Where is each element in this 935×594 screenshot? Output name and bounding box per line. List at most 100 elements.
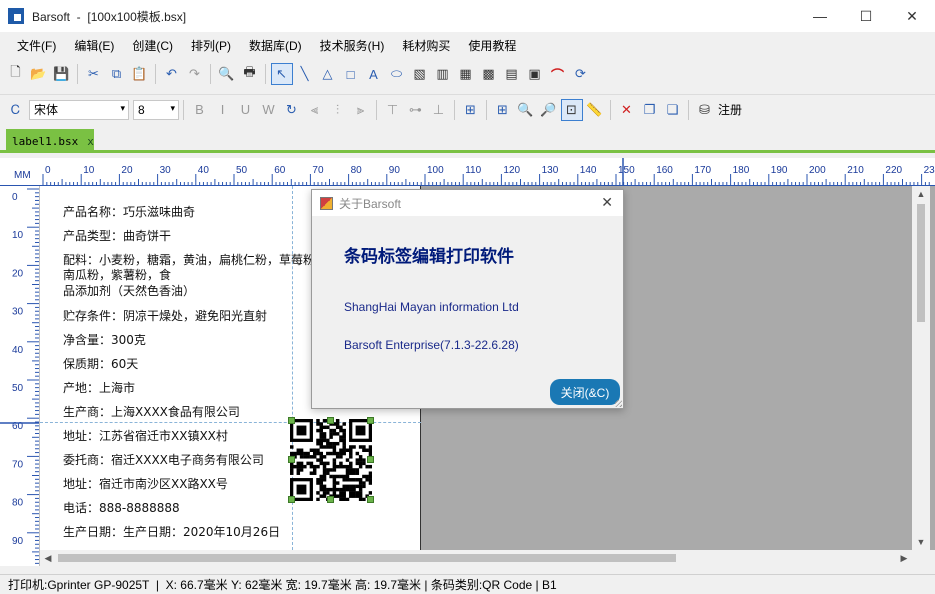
underline-icon[interactable]: U [236, 100, 256, 120]
pointer-tool-icon[interactable]: ↖ [270, 63, 293, 85]
horizontal-scroll-thumb[interactable] [58, 554, 676, 562]
pdf417-tool-icon[interactable]: ▤ [502, 64, 522, 84]
tab-close-icon[interactable]: x [87, 135, 94, 148]
zoom-in-icon[interactable]: 🔍 [516, 100, 536, 120]
vertical-scroll-thumb[interactable] [917, 204, 925, 322]
label-text-line[interactable]: 贮存条件：阴凉干燥处，避免阳光直射 [63, 307, 267, 324]
scroll-down-arrow-icon[interactable]: ▼ [912, 534, 930, 550]
undo-icon[interactable]: ↶ [162, 64, 182, 84]
scroll-up-arrow-icon[interactable]: ▲ [912, 186, 930, 202]
copy-icon[interactable]: ⧉ [107, 64, 127, 84]
resize-handle[interactable] [288, 417, 295, 424]
italic-icon[interactable]: I [213, 100, 233, 120]
image-tool-icon[interactable]: ▧ [410, 64, 430, 84]
font-family-select[interactable]: 宋体 ▾ [29, 99, 129, 120]
paste-icon[interactable]: 📋 [130, 64, 150, 84]
font-size-select[interactable]: 8 ▾ [133, 99, 179, 120]
menu-database[interactable]: 数据库(D) [240, 37, 311, 54]
text-tool-icon[interactable]: A [364, 64, 384, 84]
rfid-tool-icon[interactable]: ⟳ [571, 64, 591, 84]
center-icon[interactable]: ⊞ [461, 100, 481, 120]
dialog-close-button[interactable]: 关闭(&C) [550, 379, 620, 405]
resize-handle[interactable] [367, 417, 374, 424]
label-text-line[interactable]: 产品名称：巧乐滋味曲奇 [63, 203, 195, 220]
print-icon[interactable]: 🖶 [240, 64, 260, 84]
label-text-line[interactable]: 净含量：300克 [63, 331, 146, 348]
save-icon[interactable]: 💾 [52, 64, 72, 84]
menu-supplies[interactable]: 耗材购买 [393, 37, 459, 54]
resize-handle[interactable] [367, 496, 374, 503]
align-top-icon[interactable]: ⊤ [383, 100, 403, 120]
close-window-button[interactable]: ✕ [889, 0, 935, 32]
zoom-out-icon[interactable]: 🔎 [539, 100, 559, 120]
rectangle-tool-icon[interactable]: □ [341, 64, 361, 84]
resize-handle[interactable] [288, 496, 295, 503]
font-settings-icon[interactable]: Ꮯ [6, 100, 26, 120]
dialog-close-icon[interactable]: ✕ [601, 194, 613, 211]
scroll-left-arrow-icon[interactable]: ◀ [40, 550, 56, 566]
triangle-tool-icon[interactable]: △ [318, 64, 338, 84]
menu-tech-service[interactable]: 技术服务(H) [311, 37, 394, 54]
dialog-company: ShangHai Mayan information Ltd [344, 300, 519, 314]
redo-icon[interactable]: ↷ [185, 64, 205, 84]
label-text-line[interactable]: 委托商：宿迁XXXX电子商务有限公司 [63, 451, 264, 468]
ruler-tick-label: 120 [503, 165, 520, 176]
label-text-line[interactable]: 产品类型：曲奇饼干 [63, 227, 171, 244]
cut-icon[interactable]: ✂ [84, 64, 104, 84]
label-text-line[interactable]: 电话：888-8888888 [63, 499, 180, 516]
vertical-scrollbar[interactable]: ▲ ▼ [912, 186, 930, 550]
maximize-button[interactable]: ☐ [843, 0, 889, 32]
datamatrix-tool-icon[interactable]: ▩ [479, 64, 499, 84]
label-text-line[interactable]: 品添加剂（天然色香油） [63, 282, 195, 299]
align-bottom-icon[interactable]: ⊥ [429, 100, 449, 120]
grid-icon[interactable]: ⊞ [493, 100, 513, 120]
minimize-button[interactable]: — [797, 0, 843, 32]
align-right-icon[interactable]: ⫸ [351, 100, 371, 120]
resize-handle[interactable] [288, 456, 295, 463]
align-center-icon[interactable]: ⫶ [328, 100, 348, 120]
menu-arrange[interactable]: 排列(P) [182, 37, 240, 54]
bring-front-icon[interactable]: ❐ [640, 100, 660, 120]
menu-create[interactable]: 创建(C) [123, 37, 182, 54]
resize-handle[interactable] [327, 417, 334, 424]
new-file-icon[interactable]: 🗋 [6, 64, 26, 84]
line-tool-icon[interactable]: ╲ [295, 64, 315, 84]
fit-icon[interactable]: ⊡ [560, 98, 583, 121]
tab-label1[interactable]: label1.bsx x [6, 129, 94, 153]
ellipse-tool-icon[interactable]: ⬭ [387, 64, 407, 84]
resize-grip[interactable] [615, 400, 622, 407]
ruler-tick-label: 0 [45, 165, 51, 176]
align-left-icon[interactable]: ⫷ [305, 100, 325, 120]
menu-file[interactable]: 文件(F) [8, 37, 65, 54]
delete-icon[interactable]: ✕ [617, 100, 637, 120]
label-text-line[interactable]: 地址：宿迁市南沙区XX路XX号 [63, 475, 228, 492]
menu-tutorial[interactable]: 使用教程 [459, 37, 525, 54]
scroll-right-arrow-icon[interactable]: ▶ [896, 550, 912, 566]
qrcode-tool-icon[interactable]: ▦ [456, 64, 476, 84]
barcode-tool-icon[interactable]: ▥ [433, 64, 453, 84]
maxicode-tool-icon[interactable]: ▣ [525, 64, 545, 84]
align-middle-icon[interactable]: ⊶ [406, 100, 426, 120]
resize-handle[interactable] [367, 456, 374, 463]
label-text-line[interactable]: 产地：上海市 [63, 379, 135, 396]
print-preview-icon[interactable]: 🔍 [217, 64, 237, 84]
wordart-icon[interactable]: W [259, 100, 279, 120]
database-icon[interactable]: ⛁ [695, 100, 715, 120]
label-text-line[interactable]: 南瓜粉，紫薯粉，食 [63, 266, 171, 283]
label-text-line[interactable]: 保质期：60天 [63, 355, 138, 372]
register-button[interactable]: 注册 [718, 101, 742, 118]
menu-edit[interactable]: 编辑(E) [65, 37, 123, 54]
curve-tool-icon[interactable]: ⌒ [548, 64, 568, 84]
qr-code-element[interactable] [288, 417, 374, 503]
rotate-90-icon[interactable]: ↻ [282, 100, 302, 120]
label-text-line[interactable]: 生产商：上海XXXX食品有限公司 [63, 403, 240, 420]
bold-icon[interactable]: B [190, 100, 210, 120]
label-text-line[interactable]: 地址：江苏省宿迁市XX镇XX村 [63, 427, 228, 444]
horizontal-scrollbar[interactable]: ◀ ▶ [40, 550, 912, 566]
open-folder-icon[interactable]: 📂 [29, 64, 49, 84]
resize-handle[interactable] [327, 496, 334, 503]
ruler-icon[interactable]: 📏 [585, 100, 605, 120]
send-back-icon[interactable]: ❏ [663, 100, 683, 120]
about-dialog: 关于Barsoft ✕ 条码标签编辑打印软件 ShangHai Mayan in… [311, 189, 624, 409]
label-text-line[interactable]: 生产日期：生产日期：2020年10月26日 [63, 523, 280, 540]
